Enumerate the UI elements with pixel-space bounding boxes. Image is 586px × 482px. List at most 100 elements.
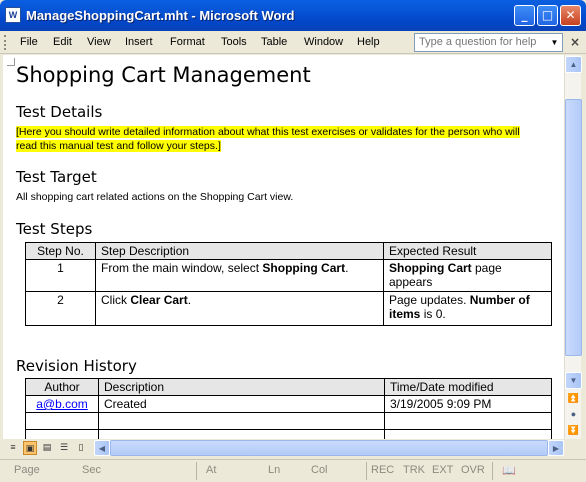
table-row: a@b.com Created 3/19/2005 9:09 PM: [25, 395, 552, 413]
reading-layout-view-icon[interactable]: ▯: [74, 441, 88, 455]
expected-result: Page updates. Number of items is 0.: [383, 291, 552, 326]
test-target-text: All shopping cart related actions on the…: [16, 191, 294, 203]
step-description: From the main window, select Shopping Ca…: [95, 259, 384, 292]
minimize-icon: _: [521, 8, 528, 22]
menu-insert[interactable]: Insert: [125, 36, 153, 48]
vertical-scrollbar[interactable]: ▲ ▼ ⏫ ● ⏬: [564, 55, 582, 440]
menu-bar: File Edit View Insert Format Tools Table…: [0, 31, 586, 54]
dropdown-arrow-icon[interactable]: ▼: [548, 35, 561, 50]
menu-table[interactable]: Table: [261, 36, 287, 48]
author-email-link[interactable]: a@b.com: [36, 397, 88, 411]
revision-author: a@b.com: [25, 395, 99, 413]
maximize-icon: □: [541, 8, 554, 22]
minimize-button[interactable]: _: [514, 5, 535, 26]
status-column: Col: [311, 464, 328, 476]
test-details-text-1: [Here you should write detailed informat…: [16, 126, 520, 138]
outline-view-icon[interactable]: ☰: [57, 441, 71, 455]
empty-cell: [98, 412, 385, 430]
step-number: 1: [25, 259, 96, 292]
close-icon: ✕: [565, 8, 576, 22]
revision-description: Created: [98, 395, 385, 413]
ask-question-placeholder: Type a question for help: [419, 36, 537, 48]
ask-question-box[interactable]: Type a question for help ▼: [414, 33, 563, 52]
arrow-left-icon: ◀: [98, 444, 106, 453]
column-header: Description: [98, 378, 385, 396]
menu-edit[interactable]: Edit: [53, 36, 72, 48]
menu-view[interactable]: View: [87, 36, 111, 48]
status-separator: [366, 462, 367, 480]
toolbar-grip-icon[interactable]: [4, 35, 7, 50]
table-header-row: Author Description Time/Date modified: [25, 378, 552, 396]
menu-tools[interactable]: Tools: [221, 36, 247, 48]
empty-cell: [98, 429, 385, 439]
menu-file[interactable]: File: [20, 36, 38, 48]
status-ovr[interactable]: OVR: [461, 464, 485, 476]
table-header-row: Step No. Step Description Expected Resul…: [25, 242, 552, 260]
revision-history-heading: Revision History: [16, 357, 137, 375]
status-line: Ln: [268, 464, 281, 476]
arrow-right-icon: ▶: [552, 444, 560, 453]
close-button[interactable]: ✕: [560, 5, 581, 26]
print-layout-view-icon[interactable]: ▤: [40, 441, 54, 455]
scroll-down-button[interactable]: ▼: [565, 372, 582, 389]
table-row: [25, 412, 552, 430]
menu-help[interactable]: Help: [357, 36, 380, 48]
horizontal-scrollbar[interactable]: ◀ ▶: [94, 440, 564, 456]
test-details-text-2: read this manual test and follow your st…: [16, 140, 221, 152]
document-title: Shopping Cart Management: [16, 63, 311, 87]
empty-cell: [25, 412, 99, 430]
arrow-up-icon: ▲: [569, 60, 578, 69]
empty-cell: [384, 429, 552, 439]
status-trk[interactable]: TRK: [403, 464, 425, 476]
normal-view-icon[interactable]: ≡: [6, 441, 20, 455]
scroll-up-button[interactable]: ▲: [565, 56, 582, 73]
step-description: Click Clear Cart.: [95, 291, 384, 326]
column-header: Step No.: [25, 242, 96, 260]
menu-format[interactable]: Format: [170, 36, 205, 48]
document-close-button[interactable]: ×: [568, 35, 582, 49]
step-number: 2: [25, 291, 96, 326]
status-rec[interactable]: REC: [371, 464, 394, 476]
scroll-left-button[interactable]: ◀: [94, 440, 110, 456]
status-separator: [196, 462, 197, 480]
table-row: [25, 429, 552, 439]
arrow-down-icon: ▼: [569, 376, 578, 385]
revision-history-table: Author Description Time/Date modified a@…: [25, 378, 552, 439]
web-layout-view-icon[interactable]: ▣: [23, 441, 37, 455]
view-bar: ≡ ▣ ▤ ☰ ▯ ◀ ▶: [3, 439, 581, 457]
test-target-heading: Test Target: [16, 168, 97, 186]
expected-result: Shopping Cart page appears: [383, 259, 552, 292]
maximize-button[interactable]: □: [537, 5, 558, 26]
page-corner-mark: [7, 58, 15, 66]
status-ext[interactable]: EXT: [432, 464, 453, 476]
next-page-icon[interactable]: ⏬: [565, 423, 582, 438]
title-bar: W ManageShoppingCart.mht - Microsoft Wor…: [0, 0, 586, 31]
vertical-scroll-thumb[interactable]: [565, 99, 582, 356]
select-browse-object-icon[interactable]: ●: [565, 407, 582, 422]
test-steps-table: Step No. Step Description Expected Resul…: [25, 242, 552, 326]
column-header: Expected Result: [383, 242, 552, 260]
window-title: ManageShoppingCart.mht - Microsoft Word: [26, 8, 295, 23]
document-area[interactable]: Shopping Cart Management Test Details [H…: [3, 55, 564, 439]
word-app-icon[interactable]: W: [5, 7, 21, 23]
empty-cell: [25, 429, 99, 439]
test-details-heading: Test Details: [16, 103, 103, 121]
status-section: Sec: [82, 464, 101, 476]
test-steps-heading: Test Steps: [16, 220, 93, 238]
spelling-grammar-status-icon[interactable]: 📖: [502, 464, 516, 477]
horizontal-scroll-thumb[interactable]: [110, 440, 548, 456]
column-header: Step Description: [95, 242, 384, 260]
empty-cell: [384, 412, 552, 430]
revision-time: 3/19/2005 9:09 PM: [384, 395, 552, 413]
scroll-right-button[interactable]: ▶: [548, 440, 564, 456]
status-bar: Page Sec At Ln Col REC TRK EXT OVR 📖: [0, 459, 586, 482]
status-page: Page: [14, 464, 40, 476]
table-row: 2 Click Clear Cart. Page updates. Number…: [25, 291, 552, 326]
table-row: 1 From the main window, select Shopping …: [25, 259, 552, 292]
column-header: Time/Date modified: [384, 378, 552, 396]
previous-page-icon[interactable]: ⏫: [565, 391, 582, 406]
status-separator: [492, 462, 493, 480]
status-at: At: [206, 464, 217, 476]
menu-window[interactable]: Window: [304, 36, 343, 48]
column-header: Author: [25, 378, 99, 396]
